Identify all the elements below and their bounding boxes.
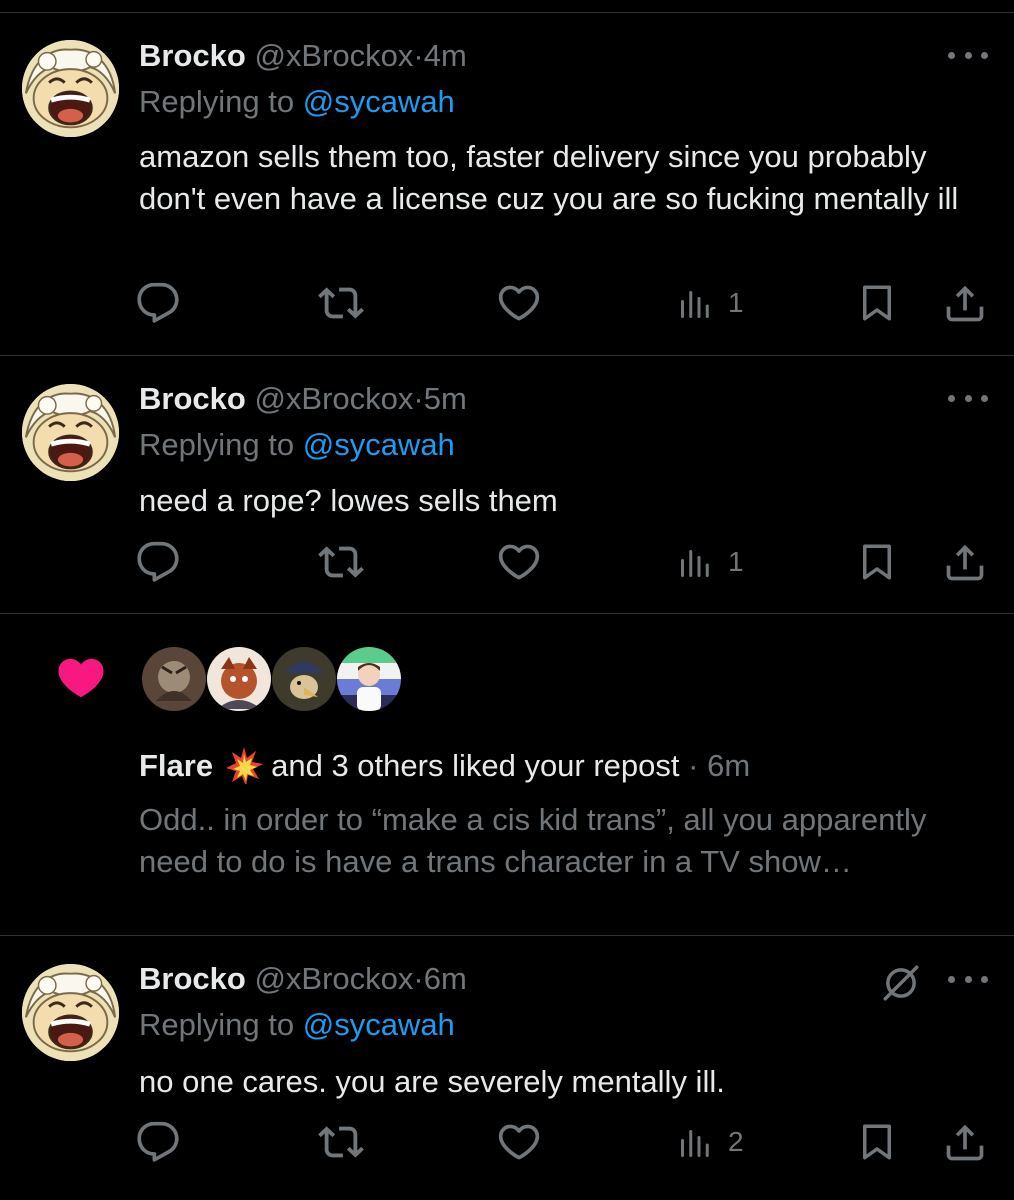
liker-name[interactable]: Flare [139,748,213,783]
reply-button[interactable] [136,1120,180,1164]
more-options-button[interactable] [948,386,988,410]
mute-icon[interactable] [880,962,922,1004]
bookmark-button[interactable] [856,540,898,584]
author-handle[interactable]: @xBrockox [254,961,413,996]
replying-to-label: Replying to [139,84,303,119]
author-avatar[interactable] [22,384,119,481]
views-count: 2 [728,1126,744,1157]
views-icon [678,542,714,582]
reply-icon [136,540,180,584]
like-button[interactable] [497,1120,541,1164]
replying-to-label: Replying to [139,427,303,462]
reply-icon [136,281,180,325]
post-header: Brocko @xBrockox·4m [139,37,467,75]
separator-dot: · [413,381,424,416]
timestamp[interactable]: 5m [424,381,467,416]
post-text: no one cares. you are severely mentally … [139,1064,725,1099]
views-button[interactable]: 1 [678,281,744,325]
more-options-button[interactable] [948,43,988,67]
replying-to-mention[interactable]: @sycawah [303,427,455,462]
author-name[interactable]: Brocko [139,961,246,996]
bookmark-icon [856,541,898,583]
views-icon [678,1122,714,1162]
action-bar: 1 [0,281,1014,325]
like-icon [497,1120,541,1164]
timestamp[interactable]: 4m [424,38,467,73]
author-name[interactable]: Brocko [139,381,246,416]
separator-dot: · [413,38,424,73]
collision-emoji-icon [226,747,264,784]
views-icon [678,283,714,323]
like-summary: Flare and 3 others liked your repost · 6… [139,746,750,786]
reply-post[interactable]: Brocko @xBrockox·5m Replying to @sycawah… [0,356,1014,614]
repost-button[interactable] [318,1120,364,1164]
reply-icon [136,1120,180,1164]
views-button[interactable]: 1 [678,540,744,584]
replying-to-label: Replying to [139,1007,303,1042]
bookmark-icon [856,1121,898,1163]
reply-button[interactable] [136,281,180,325]
timestamp[interactable]: 6m [424,961,467,996]
replying-to-mention[interactable]: @sycawah [303,84,455,119]
repost-button[interactable] [318,540,364,584]
views-button[interactable]: 2 [678,1120,744,1164]
share-button[interactable] [943,1120,987,1164]
post-text: amazon sells them too, faster delivery s… [139,139,959,216]
replying-to: Replying to @sycawah [139,83,455,121]
share-button[interactable] [943,281,987,325]
liker-avatar-2[interactable] [207,647,271,711]
share-icon [943,1120,987,1164]
views-count: 1 [728,287,744,318]
like-icon [497,281,541,325]
author-handle[interactable]: @xBrockox [254,38,413,73]
separator-dot: · [413,961,424,996]
reply-post[interactable]: Brocko @xBrockox·6m Replying to @sycawah… [0,936,1014,1200]
author-avatar[interactable] [22,964,119,1061]
share-icon [943,281,987,325]
reply-post[interactable]: Brocko @xBrockox·4m Replying to @sycawah… [0,13,1014,356]
repost-button[interactable] [318,281,364,325]
like-button[interactable] [497,540,541,584]
timestamp: 6m [707,748,751,783]
repost-icon [318,280,364,326]
action-bar: 1 [0,540,1014,584]
reply-button[interactable] [136,540,180,584]
heart-icon [58,658,104,698]
post-header: Brocko @xBrockox·5m [139,380,467,418]
author-avatar[interactable] [22,40,119,137]
like-icon [497,540,541,584]
liker-avatar-1[interactable] [142,647,206,711]
author-name[interactable]: Brocko [139,38,246,73]
bookmark-button[interactable] [856,281,898,325]
share-button[interactable] [943,540,987,584]
bookmark-button[interactable] [856,1120,898,1164]
post-header: Brocko @xBrockox·6m [139,960,467,998]
author-handle[interactable]: @xBrockox [254,381,413,416]
more-options-button[interactable] [948,967,988,991]
post-text: need a rope? lowes sells them [139,483,558,518]
repost-icon [318,1119,364,1165]
liker-avatar-3[interactable] [272,647,336,711]
replying-to-mention[interactable]: @sycawah [303,1007,455,1042]
bookmark-icon [856,282,898,324]
like-button[interactable] [497,281,541,325]
like-action-text: and 3 others liked your repost [271,748,680,783]
views-count: 1 [728,546,744,577]
action-bar: 2 [0,1120,1014,1164]
repost-icon [318,539,364,585]
liker-avatar-4[interactable] [337,647,401,711]
replying-to: Replying to @sycawah [139,1006,455,1044]
liked-post-preview[interactable]: Odd.. in order to “make a cis kid trans”… [139,799,979,883]
replying-to: Replying to @sycawah [139,426,455,464]
notifications-feed: Brocko @xBrockox·4m Replying to @sycawah… [0,0,1014,1200]
separator-dot: · [688,748,699,783]
share-icon [943,540,987,584]
